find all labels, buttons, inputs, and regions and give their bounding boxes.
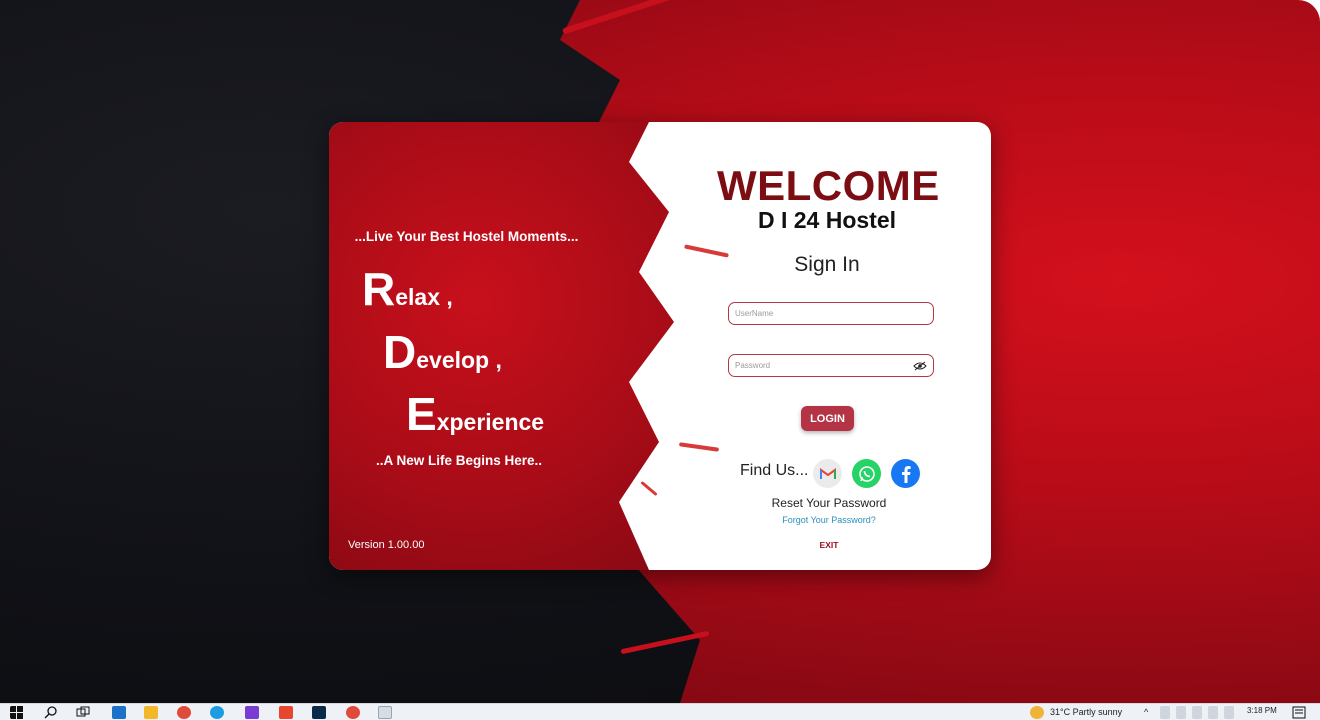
facebook-icon [901,465,911,483]
develop-text: evelop , [416,347,502,373]
findus-label: Find Us... [740,462,809,479]
weather-text[interactable]: 31°C Partly sunny [1050,707,1122,717]
notifications-icon[interactable] [1292,706,1306,719]
intellij-icon[interactable] [245,706,259,719]
paint-splash [562,0,678,35]
search-icon[interactable] [44,706,58,719]
tray-icon[interactable] [1176,706,1186,719]
signin-title: Sign In [794,253,860,276]
windows-start-icon[interactable] [10,706,24,719]
desktop-wallpaper: ...Live Your Best Hostel Moments... Rela… [0,0,1320,703]
active-app-icon[interactable] [378,706,392,719]
forgot-password-link[interactable]: Forgot Your Password? [717,515,941,525]
battery-icon[interactable] [1192,706,1202,719]
whatsapp-button[interactable] [852,459,881,488]
tagline: ...Live Your Best Hostel Moments... [354,229,579,244]
develop-initial: D [383,326,417,378]
wifi-icon[interactable] [1208,706,1218,719]
chrome-icon[interactable] [346,706,360,719]
volume-icon[interactable] [1224,706,1234,719]
username-field-container [728,302,934,325]
reset-password-label: Reset Your Password [771,496,887,510]
login-window: ...Live Your Best Hostel Moments... Rela… [329,122,991,570]
edge-icon[interactable] [210,706,224,719]
photoshop-icon[interactable] [312,706,326,719]
weather-icon[interactable] [1030,706,1044,719]
exit-link[interactable]: EXIT [717,540,941,550]
tray-icon[interactable] [1160,706,1170,719]
relax-line: Relax , [362,262,453,316]
file-explorer-icon[interactable] [144,706,158,719]
password-input[interactable] [735,361,913,370]
relax-initial: R [362,263,396,315]
chrome-icon[interactable] [177,706,191,719]
taskbar-app-icon[interactable] [112,706,126,719]
password-field-container [728,354,934,377]
develop-line: Develop , [383,325,502,379]
version-label: Version 1.00.00 [348,539,425,551]
task-view-icon[interactable] [76,706,90,719]
whatsapp-icon [858,465,875,482]
taskbar: 31°C Partly sunny ^ 3:18 PM [0,703,1320,720]
experience-text: xperience [436,409,545,435]
eye-slash-icon[interactable] [913,361,927,371]
chevron-up-icon[interactable]: ^ [1144,707,1148,717]
subline: ..A New Life Begins Here.. [376,453,543,468]
relax-text: elax , [395,284,453,310]
hostel-name: D I 24 Hostel [757,207,897,233]
figma-icon[interactable] [279,706,293,719]
gmail-icon [819,467,836,479]
experience-line: Experience [406,387,544,441]
gmail-button[interactable] [813,459,842,488]
experience-initial: E [406,388,437,440]
paint-streak [640,480,658,497]
welcome-title: WELCOME [717,162,940,209]
login-button[interactable]: LOGIN [801,406,854,431]
facebook-button[interactable] [891,459,920,488]
username-input[interactable] [735,309,927,318]
signin-panel: WELCOME D I 24 Hostel Sign In LOGIN Find… [709,122,991,570]
clock-time[interactable]: 3:18 PM [1247,706,1277,715]
